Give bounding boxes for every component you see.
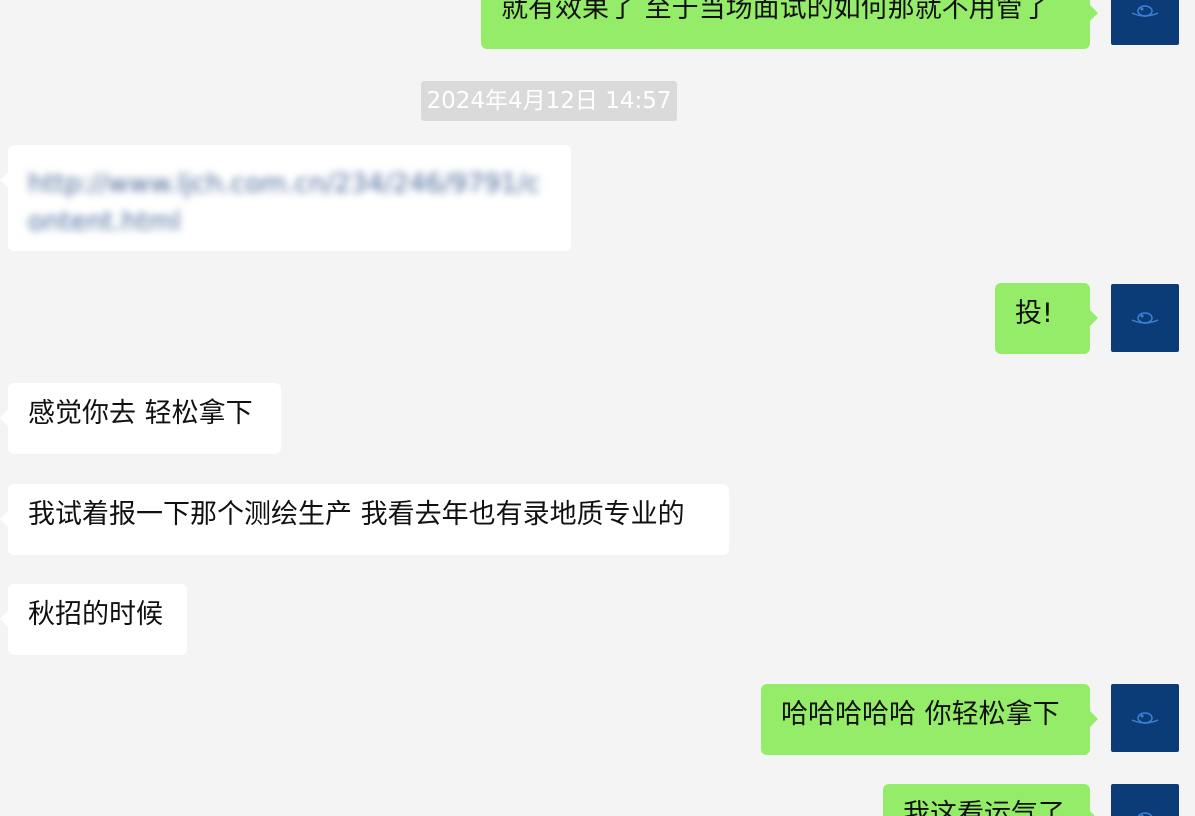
avatar[interactable] — [1111, 684, 1179, 752]
message-text: 投! — [1015, 298, 1053, 329]
message-text: 哈哈哈哈哈 你轻松拿下 — [781, 699, 1060, 730]
avatar-logo-icon — [1131, 712, 1159, 724]
outgoing-message[interactable]: 投! — [995, 283, 1098, 354]
outgoing-message[interactable]: 哈哈哈哈哈 你轻松拿下 — [761, 684, 1098, 755]
incoming-link-message[interactable]: http://www.ljch.com.cn/234/246/9791/cont… — [0, 145, 571, 251]
avatar[interactable] — [1111, 0, 1179, 45]
message-timestamp: 2024年4月12日 14:57 — [421, 81, 677, 121]
avatar-logo-icon — [1137, 812, 1153, 816]
avatar[interactable] — [1111, 284, 1179, 352]
message-text: 我这看运气了 — [903, 799, 1065, 816]
message-text: 我试着报一下那个测绘生产 我看去年也有录地质专业的 — [28, 499, 685, 530]
outgoing-message[interactable]: 就有效果了 至于当场面试的如何那就不用管了 — [481, 0, 1098, 49]
avatar[interactable] — [1111, 784, 1179, 816]
incoming-message[interactable]: 秋招的时候 — [0, 584, 187, 655]
outgoing-message[interactable]: 我这看运气了 — [883, 784, 1098, 816]
incoming-message[interactable]: 感觉你去 轻松拿下 — [0, 383, 281, 454]
avatar-logo-icon — [1131, 312, 1159, 324]
incoming-message[interactable]: 我试着报一下那个测绘生产 我看去年也有录地质专业的 — [0, 484, 729, 555]
message-text: 就有效果了 至于当场面试的如何那就不用管了 — [501, 0, 1050, 24]
avatar-logo-icon — [1131, 5, 1159, 17]
link-text[interactable]: http://www.ljch.com.cn/234/246/9791/cont… — [28, 165, 551, 241]
message-text: 感觉你去 轻松拿下 — [28, 398, 253, 429]
chat-window: 就有效果了 至于当场面试的如何那就不用管了 2024年4月12日 14:57 h… — [0, 0, 1195, 816]
message-text: 秋招的时候 — [28, 599, 163, 630]
